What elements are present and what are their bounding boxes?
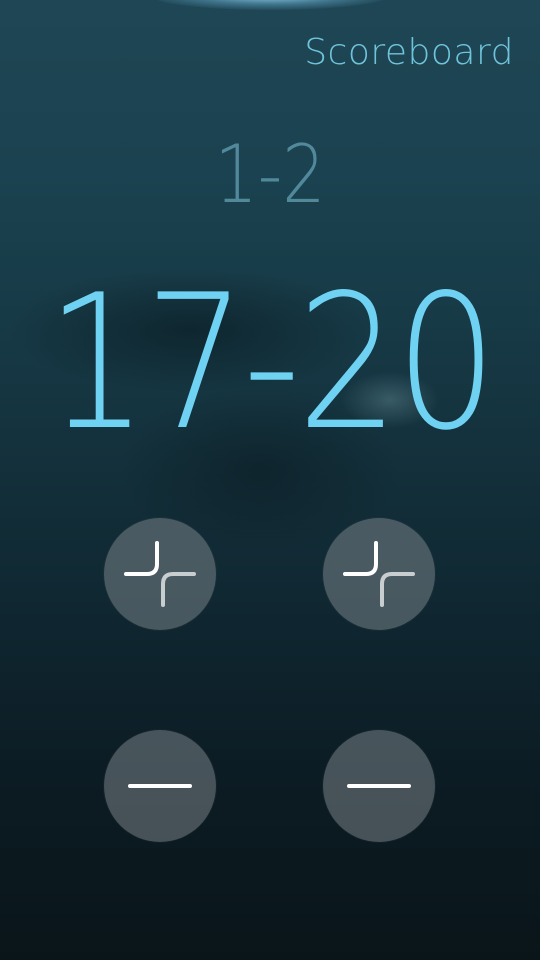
left-decrement-button[interactable]: [104, 730, 216, 842]
minus-icon: [128, 784, 192, 788]
right-increment-button[interactable]: [323, 518, 435, 630]
set-score: 1-2: [214, 128, 326, 221]
minus-icon: [347, 784, 411, 788]
point-score: 17-20: [46, 254, 497, 471]
plus-icon: [124, 541, 196, 607]
page-title: Scoreboard: [304, 32, 514, 73]
plus-icon: [343, 541, 415, 607]
left-increment-button[interactable]: [104, 518, 216, 630]
scoreboard-page: Scoreboard 1-2 17-20: [0, 0, 540, 960]
right-decrement-button[interactable]: [323, 730, 435, 842]
top-glow-indicator: [150, 0, 390, 10]
